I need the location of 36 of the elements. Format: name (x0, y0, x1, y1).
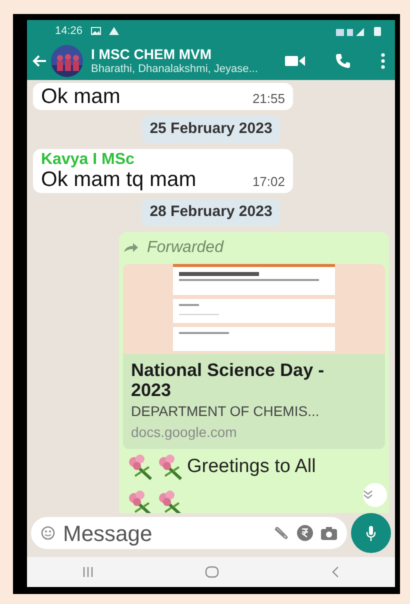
group-members: Bharathi, Dhanalakshmi, Jeyase... (91, 62, 259, 75)
clock-time: 14:26 (55, 24, 83, 39)
forward-icon (123, 242, 139, 254)
link-domain: docs.google.com (130, 423, 238, 442)
microphone-icon (366, 526, 376, 540)
paperclip-icon[interactable] (273, 526, 289, 540)
home-icon[interactable] (205, 566, 219, 578)
battery-icon (374, 26, 381, 36)
back-arrow-icon[interactable] (31, 54, 47, 68)
message-time: 17:02 (252, 172, 285, 191)
sender-name: Kavya I MSc (41, 150, 136, 168)
rupee-icon[interactable] (297, 525, 313, 541)
emoji-icon[interactable] (41, 526, 55, 540)
signal-icon (336, 26, 366, 36)
mic-button[interactable] (351, 513, 391, 553)
recent-apps-icon[interactable] (83, 567, 93, 577)
group-name[interactable]: I MSC CHEM MVM (91, 47, 281, 63)
phone-icon[interactable] (335, 53, 351, 69)
message-text: Greetings to All (187, 455, 316, 480)
message-time: 21:55 (252, 90, 285, 108)
camera-icon[interactable] (321, 526, 337, 540)
link-description: DEPARTMENT OF CHEMIS... (130, 402, 320, 422)
message-text: Ok mam (41, 85, 120, 108)
double-chevron-icon (363, 490, 373, 500)
forwarded-label: Forwarded (146, 238, 224, 258)
back-icon[interactable] (331, 566, 339, 578)
message-bar[interactable]: Message (31, 517, 347, 549)
menu-icon[interactable] (381, 53, 385, 69)
bouquet-icon (127, 454, 153, 480)
video-call-icon[interactable] (285, 55, 305, 67)
message-text: Ok mam tq mam (41, 168, 196, 192)
bouquet-icon (157, 454, 183, 480)
link-title: National Science Day - 2023 (130, 358, 326, 402)
notification-icon (108, 27, 119, 35)
link-preview[interactable]: National Science Day - 2023 DEPARTMENT OF CHEMIS... docs.google.com (123, 264, 385, 450)
image-icon (90, 27, 101, 35)
